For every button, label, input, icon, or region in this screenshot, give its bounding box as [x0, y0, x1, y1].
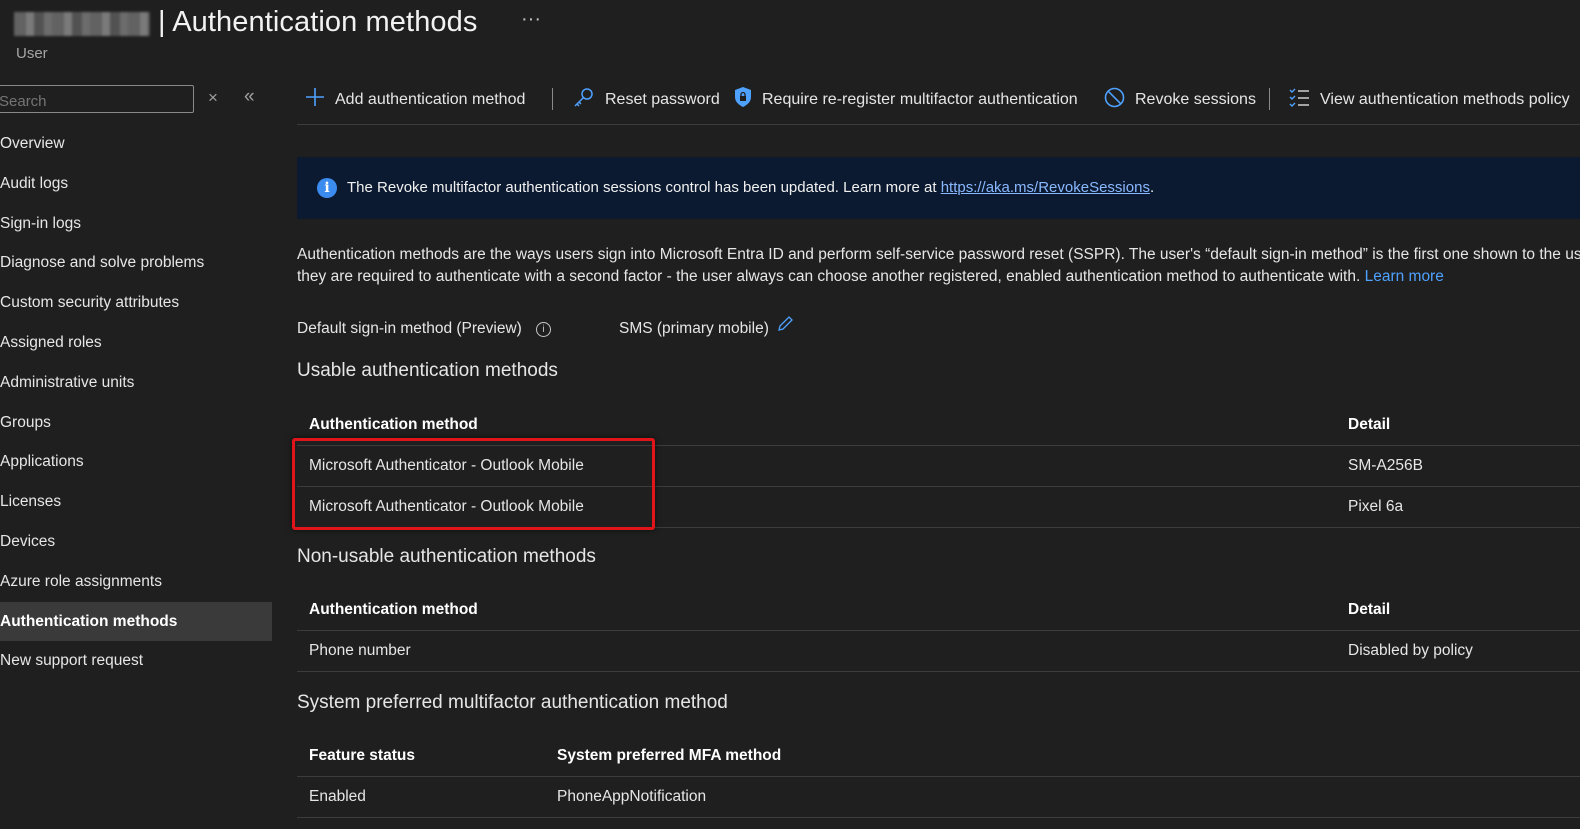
toolbar-divider-line	[297, 124, 1580, 125]
clear-search-icon[interactable]: ×	[208, 88, 218, 108]
revoke-sessions-label: Revoke sessions	[1135, 91, 1256, 108]
detail-cell: SM-A256B	[1348, 457, 1423, 474]
sidebar-nav: Overview Audit logs Sign-in logs Diagnos…	[0, 124, 272, 681]
sidebar-item-new-support-request[interactable]: New support request	[0, 641, 272, 681]
sidebar-item-azure-role-assignments[interactable]: Azure role assignments	[0, 562, 272, 602]
sidebar-item-authentication-methods[interactable]: Authentication methods	[0, 601, 272, 642]
toolbar-divider	[1269, 88, 1270, 110]
add-authentication-method-button[interactable]: Add authentication method	[305, 84, 525, 116]
more-options-button[interactable]: ···	[521, 8, 541, 31]
page-subtitle: User	[16, 45, 48, 62]
banner-text: The Revoke multifactor authentication se…	[347, 179, 1154, 196]
reset-password-button[interactable]: Reset password	[573, 84, 720, 116]
sidebar-item-custom-security-attributes[interactable]: Custom security attributes	[0, 283, 272, 323]
non-usable-methods-title: Non-usable authentication methods	[297, 546, 596, 567]
collapse-sidebar-icon[interactable]: «	[244, 86, 255, 108]
sidebar-item-licenses[interactable]: Licenses	[0, 482, 272, 522]
require-reregister-mfa-button[interactable]: Require re-register multifactor authenti…	[734, 84, 1078, 116]
non-usable-methods-table: Authentication method Detail Phone numbe…	[297, 590, 1580, 672]
system-preferred-mfa-table: Feature status System preferred MFA meth…	[297, 736, 1580, 818]
usable-methods-title: Usable authentication methods	[297, 360, 558, 381]
detail-cell: Disabled by policy	[1348, 642, 1473, 659]
column-header-system-preferred-method: System preferred MFA method	[557, 747, 782, 764]
learn-more-link[interactable]: Learn more	[1365, 268, 1444, 285]
table-row[interactable]: Phone number Disabled by policy	[297, 631, 1580, 672]
detail-cell: Pixel 6a	[1348, 498, 1404, 515]
sidebar-item-audit-logs[interactable]: Audit logs	[0, 164, 272, 204]
revoke-sessions-link[interactable]: https://aka.ms/RevokeSessions	[941, 179, 1150, 196]
info-circle-icon[interactable]: i	[536, 322, 551, 337]
sidebar-item-diagnose[interactable]: Diagnose and solve problems	[0, 243, 272, 283]
system-preferred-method-cell: PhoneAppNotification	[557, 788, 707, 805]
default-sign-in-label: Default sign-in method (Preview)	[297, 320, 522, 337]
toolbar-divider	[552, 88, 553, 110]
sidebar-item-assigned-roles[interactable]: Assigned roles	[0, 323, 272, 363]
system-preferred-mfa-title: System preferred multifactor authenticat…	[297, 692, 728, 713]
method-cell: Phone number	[309, 642, 411, 659]
command-toolbar: Add authentication method Reset password…	[297, 84, 1580, 116]
feature-status-cell: Enabled	[309, 788, 366, 805]
column-header-method: Authentication method	[309, 601, 478, 618]
reset-password-label: Reset password	[605, 91, 720, 108]
revoke-sessions-button[interactable]: Revoke sessions	[1104, 84, 1256, 116]
sidebar-item-applications[interactable]: Applications	[0, 442, 272, 482]
sidebar-item-devices[interactable]: Devices	[0, 522, 272, 562]
checklist-icon	[1289, 87, 1310, 113]
view-auth-methods-policy-label: View authentication methods policy	[1320, 91, 1570, 108]
sidebar-item-administrative-units[interactable]: Administrative units	[0, 363, 272, 403]
view-auth-methods-policy-button[interactable]: View authentication methods policy	[1289, 84, 1570, 116]
description-line-2: they are required to authenticate with a…	[297, 268, 1365, 285]
description-line-1: Authentication methods are the ways user…	[297, 246, 1580, 263]
default-sign-in-value: SMS (primary mobile)	[619, 320, 769, 337]
info-banner: i The Revoke multifactor authentication …	[297, 157, 1580, 219]
highlight-annotation-box	[292, 438, 655, 530]
column-header-feature-status: Feature status	[309, 747, 415, 764]
column-header-detail: Detail	[1348, 416, 1391, 433]
banner-message: The Revoke multifactor authentication se…	[347, 179, 941, 196]
table-row[interactable]: Enabled PhoneAppNotification	[297, 777, 1580, 818]
prohibited-icon	[1104, 87, 1125, 114]
column-header-detail: Detail	[1348, 601, 1391, 618]
edit-pencil-icon[interactable]	[777, 316, 793, 337]
redacted-username	[14, 12, 150, 36]
page-title: | Authentication methods	[158, 6, 478, 38]
shield-lock-icon	[734, 86, 752, 114]
banner-suffix: .	[1149, 179, 1155, 196]
sidebar-item-overview[interactable]: Overview	[0, 124, 272, 164]
page-header: | Authentication methods ··· User	[0, 0, 1580, 70]
info-icon: i	[317, 178, 337, 198]
table-header-row: Authentication method Detail	[297, 590, 1580, 631]
sidebar-item-sign-in-logs[interactable]: Sign-in logs	[0, 204, 272, 244]
sidebar-search-input[interactable]	[0, 85, 194, 113]
sidebar-item-groups[interactable]: Groups	[0, 403, 272, 443]
page-description: Authentication methods are the ways user…	[297, 244, 1580, 288]
key-icon	[573, 86, 595, 114]
add-authentication-method-label: Add authentication method	[335, 91, 526, 108]
require-reregister-mfa-label: Require re-register multifactor authenti…	[762, 91, 1078, 108]
table-header-row: Feature status System preferred MFA meth…	[297, 736, 1580, 777]
plus-icon	[305, 87, 325, 113]
